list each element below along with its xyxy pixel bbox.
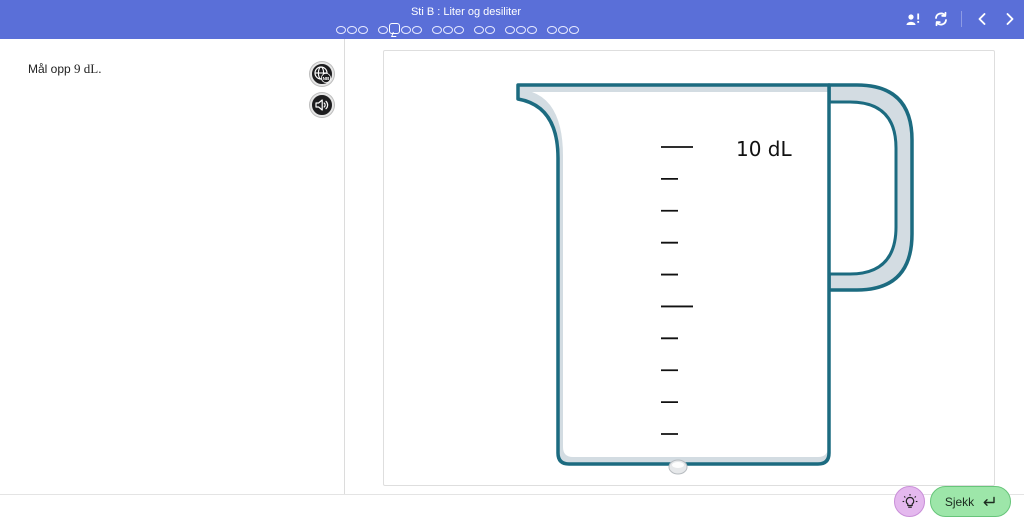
jug-handle-hole [827,100,898,276]
task-prompt-text: Mål opp [28,62,71,76]
jug-canvas: 10 dL [383,50,995,486]
progress-step[interactable] [412,26,422,34]
chevron-left-icon[interactable] [968,8,996,30]
task-prompt: Mål opp 9 dL. [28,61,102,77]
progress-step[interactable] [358,26,368,34]
footer-bar [0,494,1024,524]
progress-step[interactable] [505,26,515,34]
enter-icon [983,496,995,506]
progress-step[interactable] [474,26,484,34]
progress-group [432,26,464,34]
progress-group [378,22,422,34]
progress-step[interactable] [516,26,526,34]
toolbar-actions [899,8,1024,30]
speaker-icon [315,99,329,111]
task-prompt-math: 9 dL. [74,61,102,76]
progress-indicator [336,22,579,34]
language-badge: NB [323,76,330,81]
progress-step[interactable] [378,26,388,34]
lesson-title: Sti B : Liter og desiliter [410,6,522,18]
progress-group [336,26,368,34]
task-panel: Mål opp 9 dL. NB [0,39,345,494]
avatar-alert-icon[interactable] [899,8,927,30]
progress-step[interactable] [558,26,568,34]
language-button[interactable]: NB [310,62,334,86]
fill-level-handle-shine [672,462,684,468]
progress-group [505,26,537,34]
progress-step[interactable] [347,26,357,34]
progress-step[interactable] [401,26,411,34]
progress-step[interactable] [485,26,495,34]
chevron-right-icon[interactable] [996,8,1024,30]
progress-step-current[interactable] [389,22,400,34]
progress-step[interactable] [569,26,579,34]
lightbulb-icon [902,493,917,508]
check-button[interactable]: Sjekk [930,486,1011,517]
progress-step[interactable] [432,26,442,34]
check-button-label: Sjekk [944,494,975,509]
language-icon: NB [314,66,331,83]
toolbar-divider [961,11,962,27]
hint-button[interactable] [894,486,925,517]
scale-label-10dl: 10 dL [736,137,793,161]
progress-step[interactable] [547,26,557,34]
top-bar: Sti B : Liter og desiliter [0,0,1024,39]
progress-step[interactable] [527,26,537,34]
measuring-jug: 10 dL [516,83,914,475]
progress-step[interactable] [336,26,346,34]
progress-group [547,26,579,34]
progress-step[interactable] [443,26,453,34]
read-aloud-button[interactable] [310,93,334,117]
refresh-icon[interactable] [927,8,955,30]
progress-group [474,26,495,34]
progress-step[interactable] [454,26,464,34]
